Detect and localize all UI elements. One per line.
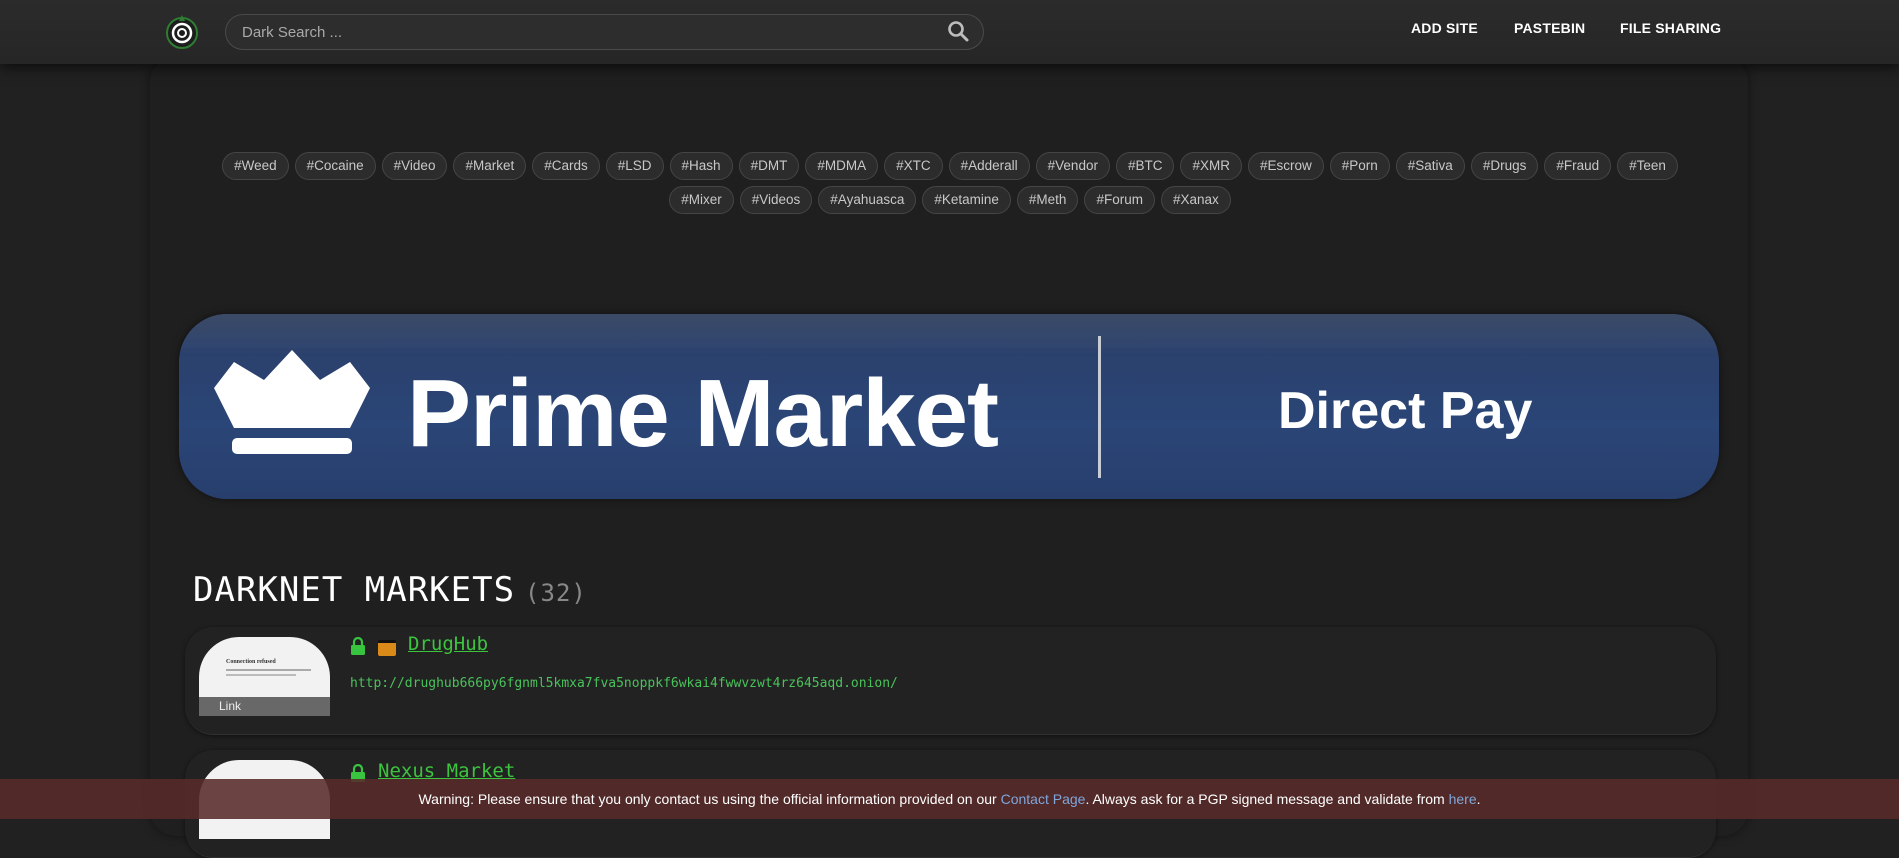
search-input[interactable] bbox=[225, 14, 984, 50]
warning-text: Warning: Please ensure that you only con… bbox=[418, 791, 1001, 807]
banner-top-stripe bbox=[179, 314, 1719, 348]
tag-weed[interactable]: #Weed bbox=[222, 152, 289, 180]
tag-escrow[interactable]: #Escrow bbox=[1247, 152, 1324, 180]
thumbnail-line bbox=[226, 674, 296, 676]
pgp-validate-link[interactable]: here bbox=[1449, 791, 1477, 807]
banner-divider bbox=[1098, 336, 1101, 478]
prime-market-banner[interactable]: Prime Market Direct Pay bbox=[179, 314, 1719, 499]
tag-cards[interactable]: #Cards bbox=[532, 152, 600, 180]
section-title: DARKNET MARKETS (32) bbox=[193, 570, 587, 610]
nav-file-sharing[interactable]: FILE SHARING bbox=[1620, 20, 1721, 36]
site-name-link[interactable]: DrugHub bbox=[408, 633, 488, 655]
tag-mixer[interactable]: #Mixer bbox=[669, 186, 734, 214]
tag-mdma[interactable]: #MDMA bbox=[805, 152, 879, 180]
tag-cocaine[interactable]: #Cocaine bbox=[294, 152, 376, 180]
warning-bar: Warning: Please ensure that you only con… bbox=[0, 779, 1899, 819]
tag-lsd[interactable]: #LSD bbox=[605, 152, 664, 180]
tag-market[interactable]: #Market bbox=[453, 152, 527, 180]
tag-drugs[interactable]: #Drugs bbox=[1470, 152, 1539, 180]
tag-teen[interactable]: #Teen bbox=[1617, 152, 1678, 180]
tag-adderall[interactable]: #Adderall bbox=[948, 152, 1030, 180]
section-title-text: DARKNET MARKETS bbox=[193, 570, 516, 610]
crown-icon bbox=[214, 350, 370, 454]
thumbnail-caption: Link bbox=[199, 697, 330, 716]
new-badge-icon bbox=[378, 640, 396, 656]
tag-meth[interactable]: #Meth bbox=[1016, 186, 1079, 214]
tag-xanax[interactable]: #Xanax bbox=[1160, 186, 1231, 214]
tag-forum[interactable]: #Forum bbox=[1084, 186, 1155, 214]
site-thumbnail[interactable]: Connection refused Link bbox=[199, 637, 330, 716]
tag-videos[interactable]: #Videos bbox=[739, 186, 813, 214]
tag-sativa[interactable]: #Sativa bbox=[1395, 152, 1465, 180]
tag-xmr[interactable]: #XMR bbox=[1180, 152, 1242, 180]
tag-hash[interactable]: #Hash bbox=[669, 152, 733, 180]
tag-porn[interactable]: #Porn bbox=[1329, 152, 1390, 180]
thumbnail-line bbox=[226, 669, 311, 671]
nav-pastebin[interactable]: PASTEBIN bbox=[1514, 20, 1585, 36]
tag-btc[interactable]: #BTC bbox=[1115, 152, 1175, 180]
warning-text: . Always ask for a PGP signed message an… bbox=[1085, 791, 1449, 807]
tag-cloud: #Weed #Cocaine #Video #Market #Cards #LS… bbox=[200, 152, 1700, 214]
tag-vendor[interactable]: #Vendor bbox=[1035, 152, 1110, 180]
list-item[interactable]: Connection refused Link DrugHub http://d… bbox=[185, 627, 1716, 735]
tag-ketamine[interactable]: #Ketamine bbox=[922, 186, 1011, 214]
site-logo-icon[interactable] bbox=[164, 13, 200, 49]
tag-dmt[interactable]: #DMT bbox=[738, 152, 800, 180]
lock-icon bbox=[351, 637, 365, 655]
tag-video[interactable]: #Video bbox=[381, 152, 448, 180]
top-bar: ADD SITE PASTEBIN FILE SHARING bbox=[0, 0, 1899, 64]
contact-page-link[interactable]: Contact Page bbox=[1001, 791, 1086, 807]
thumbnail-title: Connection refused bbox=[226, 659, 276, 665]
site-url-link[interactable]: http://drughub666py6fgnml5kmxa7fva5noppk… bbox=[350, 676, 898, 691]
tag-fraud[interactable]: #Fraud bbox=[1544, 152, 1612, 180]
tag-xtc[interactable]: #XTC bbox=[884, 152, 943, 180]
search-icon[interactable] bbox=[946, 19, 970, 43]
banner-title: Prime Market bbox=[407, 360, 999, 467]
banner-subtitle: Direct Pay bbox=[1278, 382, 1533, 440]
tag-ayahuasca[interactable]: #Ayahuasca bbox=[818, 186, 917, 214]
nav-add-site[interactable]: ADD SITE bbox=[1411, 20, 1478, 36]
warning-text: . bbox=[1476, 791, 1481, 807]
section-count: (32) bbox=[525, 579, 587, 607]
